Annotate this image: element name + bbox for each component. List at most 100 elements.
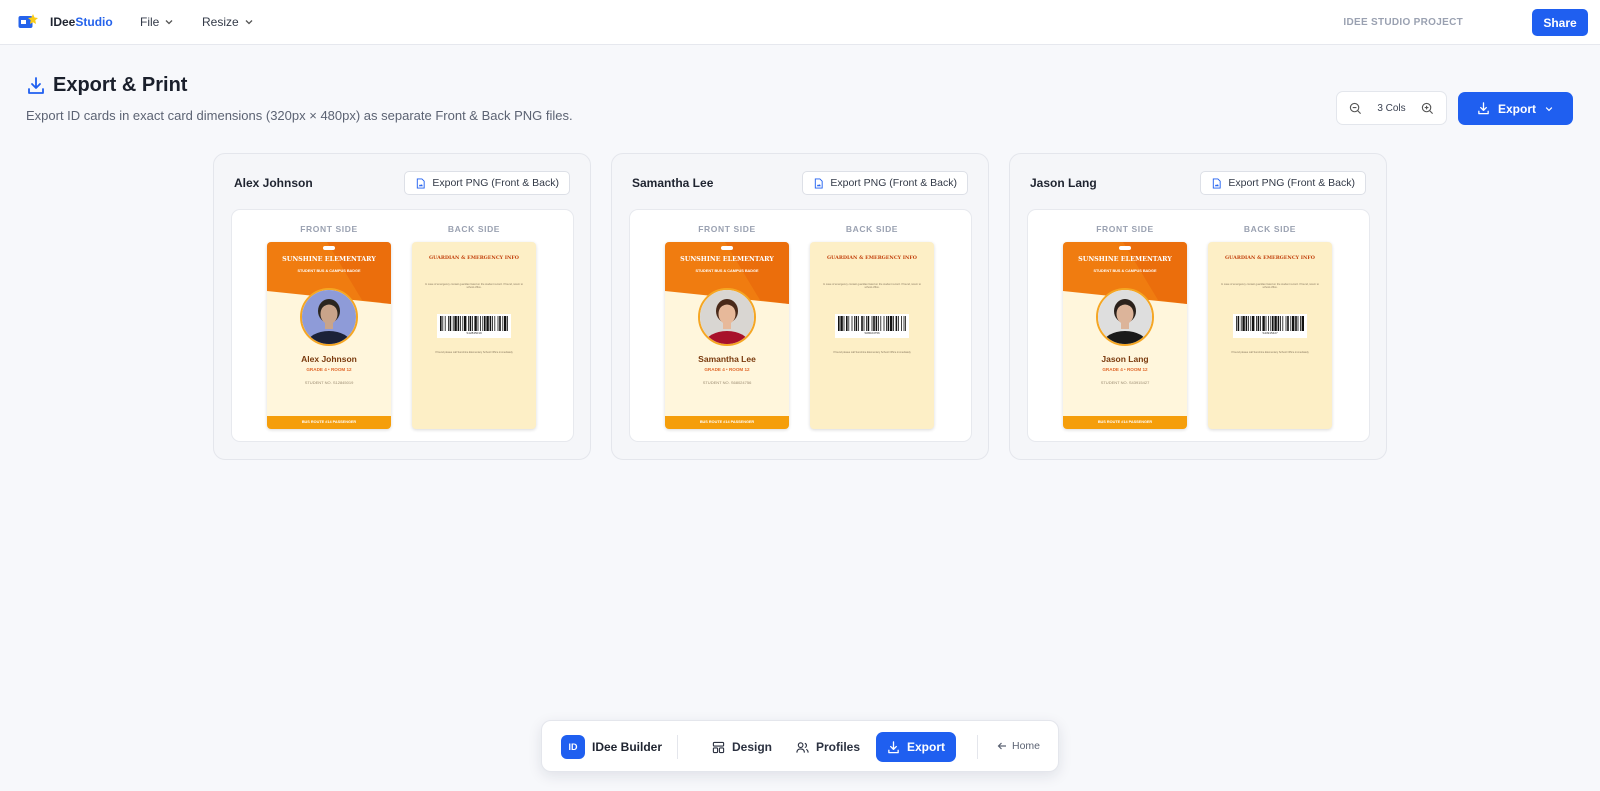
badge-subtitle: STUDENT BUS & CAMPUS BADGE [297,269,361,273]
school-name: SUNSHINE ELEMENTARY [1078,255,1172,263]
zoom-label: 3 Cols [1377,102,1406,114]
resize-menu[interactable]: Resize [202,15,254,29]
download-icon [28,77,44,94]
barcode-number: S12845019 [466,331,482,335]
builder-logo: ID [561,735,585,759]
page-title: Export & Print [53,74,188,96]
id-card-front[interactable]: SUNSHINE ELEMENTARY STUDENT BUS & CAMPUS… [267,242,391,429]
barcode-number: S43915427 [1262,331,1278,335]
back-note: If found please call Sunshine Elementary… [833,351,911,354]
back-note: If found please call Sunshine Elementary… [1231,351,1309,354]
download-icon [1478,102,1489,115]
lanyard-slot [721,246,733,250]
export-png-label: Export PNG (Front & Back) [830,177,957,189]
back-side-label: BACK SIDE [447,224,501,234]
layout-icon [712,741,725,753]
nav-design[interactable]: Design [701,732,783,762]
brand-name[interactable]: IDeeStudio [50,15,113,29]
student-photo-image [700,290,754,344]
chevron-down-icon [165,20,173,25]
barcode-bars [838,316,906,331]
id-card-back[interactable]: GUARDIAN & EMERGENCY INFO In case of eme… [412,242,536,429]
file-menu[interactable]: File [140,15,174,29]
card-student-number: STUDENT NO. S68024756 [702,380,752,385]
card-footer: BUS ROUTE #14 PASSENGER [665,416,789,429]
nav-design-label: Design [732,740,773,754]
card-grade: GRADE 4 • ROOM 12 [1102,367,1148,372]
back-note: If found please call Sunshine Elementary… [435,351,513,354]
student-photo [698,288,756,346]
users-icon [796,741,809,753]
bottom-dock: ID IDee Builder Design Profiles Export H… [541,720,1059,772]
nav-profiles[interactable]: Profiles [785,732,871,762]
profile-name: Samantha Lee [632,176,714,190]
barcode: S12845019 [437,314,511,338]
profile-name: Jason Lang [1030,176,1097,190]
id-card-front[interactable]: SUNSHINE ELEMENTARY STUDENT BUS & CAMPUS… [665,242,789,429]
school-name: SUNSHINE ELEMENTARY [282,255,376,263]
card-grade: GRADE 4 • ROOM 12 [704,367,750,372]
home-link[interactable]: Home [997,740,1040,752]
id-card-back[interactable]: GUARDIAN & EMERGENCY INFO In case of eme… [810,242,934,429]
back-info-text: In case of emergency contact guardian li… [823,283,921,289]
profile-panel: Jason Lang Export PNG (Front & Back) FRO… [1009,153,1387,460]
export-png-button[interactable]: Export PNG (Front & Back) [802,171,968,195]
card-footer: BUS ROUTE #14 PASSENGER [1063,416,1187,429]
card-preview: FRONT SIDE BACK SIDE SUNSHINE ELEMENTARY… [629,209,972,442]
lanyard-slot [1119,246,1131,250]
student-photo-image [302,290,356,344]
divider [977,735,978,759]
export-png-label: Export PNG (Front & Back) [1228,177,1355,189]
project-name: IDEE STUDIO PROJECT [1343,17,1463,28]
back-side-label: BACK SIDE [845,224,899,234]
zoom-out-icon[interactable] [1349,102,1362,115]
id-card-front[interactable]: SUNSHINE ELEMENTARY STUDENT BUS & CAMPUS… [1063,242,1187,429]
profile-name: Alex Johnson [234,176,313,190]
back-title: GUARDIAN & EMERGENCY INFO [827,255,917,261]
barcode-bars [1236,316,1304,331]
badge-subtitle: STUDENT BUS & CAMPUS BADGE [1093,269,1157,273]
export-label: Export [1497,101,1536,116]
barcode: S68024756 [835,314,909,338]
barcode-bars [440,316,508,331]
badge-subtitle: STUDENT BUS & CAMPUS BADGE [695,269,759,273]
nav-profiles-label: Profiles [816,740,861,754]
card-student-number: STUDENT NO. S12845019 [304,380,354,385]
resize-menu-label: Resize [202,15,239,29]
student-photo [300,288,358,346]
card-preview: FRONT SIDE BACK SIDE SUNSHINE ELEMENTARY… [1027,209,1370,442]
barcode: S43915427 [1233,314,1307,338]
id-card-back[interactable]: GUARDIAN & EMERGENCY INFO In case of eme… [1208,242,1332,429]
export-dropdown-button[interactable]: Export [1458,92,1573,125]
student-photo [1096,288,1154,346]
export-png-button[interactable]: Export PNG (Front & Back) [404,171,570,195]
chevron-down-icon [1545,106,1553,111]
share-button[interactable]: Share [1532,9,1588,36]
nav-export[interactable]: Export [876,732,957,762]
export-png-button[interactable]: Export PNG (Front & Back) [1200,171,1366,195]
barcode-number: S68024756 [864,331,880,335]
divider [677,735,678,759]
card-preview: FRONT SIDE BACK SIDE SUNSHINE ELEMENTARY… [231,209,574,442]
logo-icon [18,14,38,28]
file-image-icon [1213,177,1221,189]
profile-panel: Samantha Lee Export PNG (Front & Back) F… [611,153,989,460]
front-side-label: FRONT SIDE [1096,224,1154,234]
download-icon [888,740,899,753]
card-grade: GRADE 4 • ROOM 12 [306,367,352,372]
back-title: GUARDIAN & EMERGENCY INFO [429,255,519,261]
card-student-name: Alex Johnson [301,354,357,364]
front-side-label: FRONT SIDE [698,224,756,234]
card-footer: BUS ROUTE #14 PASSENGER [267,416,391,429]
top-bar: IDeeStudio File Resize IDEE STUDIO PROJE… [0,0,1600,45]
back-side-label: BACK SIDE [1243,224,1297,234]
front-side-label: FRONT SIDE [300,224,358,234]
zoom-in-icon[interactable] [1421,102,1434,115]
builder-name: IDee Builder [592,740,663,754]
arrow-left-icon [997,742,1006,750]
school-name: SUNSHINE ELEMENTARY [680,255,774,263]
export-png-label: Export PNG (Front & Back) [432,177,559,189]
back-title: GUARDIAN & EMERGENCY INFO [1225,255,1315,261]
home-label: Home [1012,740,1041,752]
file-menu-label: File [140,15,160,29]
